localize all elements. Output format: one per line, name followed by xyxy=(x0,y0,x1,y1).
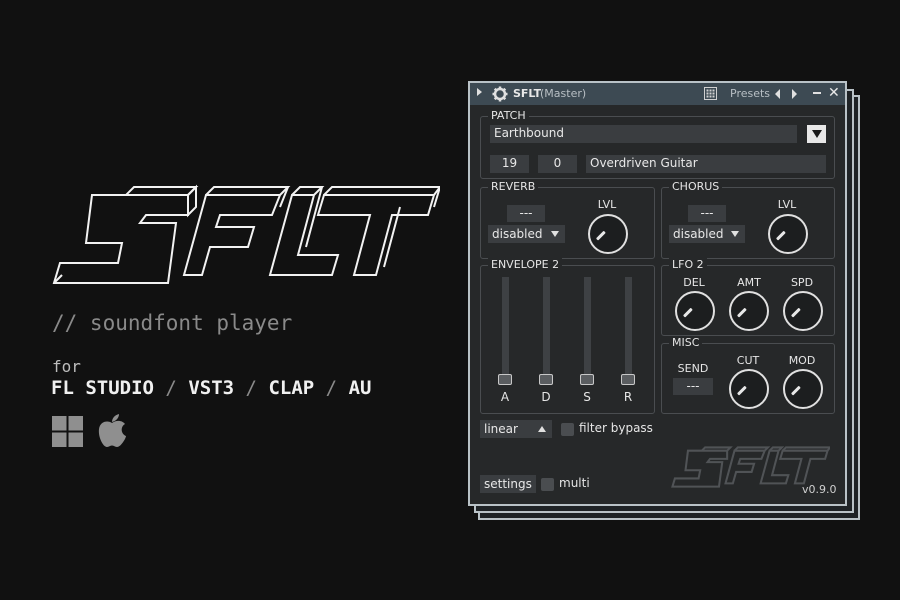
apple-icon xyxy=(98,414,126,447)
reverb-mode-select[interactable]: disabled xyxy=(488,225,565,243)
program-name-field[interactable]: Overdriven Guitar xyxy=(586,155,826,173)
lfo-speed-knob[interactable] xyxy=(783,291,823,331)
version-label: v0.9.0 xyxy=(802,483,837,496)
filter-bypass-label[interactable]: filter bypass xyxy=(579,421,653,435)
lfo-delay-knob[interactable] xyxy=(675,291,715,331)
bank-name-field[interactable]: Earthbound xyxy=(490,125,797,143)
misc-group-label: MISC xyxy=(669,336,703,350)
plugin-window: SFLT (Master) Presets ✕ PATCH Earthbound… xyxy=(468,81,847,506)
slider-track[interactable] xyxy=(625,277,632,385)
separator: / xyxy=(165,377,177,399)
envelope-group-label: ENVELOPE 2 xyxy=(488,258,563,272)
chorus-mode-value: disabled xyxy=(673,227,724,241)
bank-number-field[interactable]: 19 xyxy=(490,155,529,173)
multi-checkbox[interactable] xyxy=(541,478,554,491)
lfo-group-label: LFO 2 xyxy=(669,258,707,272)
cutoff-label: CUT xyxy=(736,354,760,367)
slider-thumb[interactable] xyxy=(498,374,512,385)
lfo-group: LFO 2 DEL AMT SPD xyxy=(661,258,835,336)
slider-thumb[interactable] xyxy=(580,374,594,385)
chorus-group: CHORUS --- disabled LVL xyxy=(661,180,835,259)
patch-group-label: PATCH xyxy=(488,109,529,123)
program-number-field[interactable]: 0 xyxy=(538,155,577,173)
chevron-up-icon xyxy=(538,426,546,432)
slider-track[interactable] xyxy=(543,277,550,385)
send-value-field[interactable]: --- xyxy=(673,378,713,395)
platform-clap: CLAP xyxy=(268,377,315,399)
platform-vst3: VST3 xyxy=(188,377,235,399)
separator: / xyxy=(325,377,338,399)
patch-group: PATCH Earthbound 19 0 Overdriven Guitar xyxy=(480,109,835,179)
expand-arrow-icon[interactable] xyxy=(477,88,482,96)
multi-label[interactable]: multi xyxy=(559,476,590,490)
settings-button[interactable]: settings xyxy=(480,475,536,493)
slider-label: D xyxy=(541,390,551,404)
reverb-level-label: LVL xyxy=(597,198,617,211)
chorus-value-field[interactable]: --- xyxy=(688,205,726,222)
gear-icon[interactable] xyxy=(492,86,508,102)
slider-label: R xyxy=(623,390,633,404)
slider-label: A xyxy=(500,390,510,404)
preset-next-icon[interactable] xyxy=(792,89,797,99)
sflt-logo xyxy=(52,184,440,284)
chevron-down-icon xyxy=(551,231,559,237)
tagline: // soundfont player xyxy=(52,311,293,335)
platform-au: AU xyxy=(348,377,372,399)
for-label: for xyxy=(52,357,81,376)
envelope-group: ENVELOPE 2 A D S R xyxy=(480,258,655,414)
window-title: SFLT xyxy=(513,87,542,100)
misc-group: MISC SEND --- CUT MOD xyxy=(661,336,835,414)
reverb-value-field[interactable]: --- xyxy=(507,205,545,222)
curve-select[interactable]: linear xyxy=(480,420,552,438)
mod-label: MOD xyxy=(788,354,816,367)
grid-icon[interactable] xyxy=(704,87,717,100)
windows-icon xyxy=(52,415,83,447)
title-bar[interactable]: SFLT (Master) Presets ✕ xyxy=(470,83,845,105)
curve-value: linear xyxy=(484,422,518,436)
chorus-group-label: CHORUS xyxy=(669,180,723,194)
platform-fl-studio: FL STUDIO xyxy=(51,377,154,399)
close-icon[interactable]: ✕ xyxy=(828,85,840,101)
window-subtitle: (Master) xyxy=(540,87,587,100)
slider-thumb[interactable] xyxy=(539,374,553,385)
reverb-level-knob[interactable] xyxy=(588,214,628,254)
chorus-level-knob[interactable] xyxy=(768,214,808,254)
chevron-down-icon xyxy=(731,231,739,237)
preset-prev-icon[interactable] xyxy=(775,89,780,99)
separator: / xyxy=(245,377,257,399)
reverb-group: REVERB --- disabled LVL xyxy=(480,180,655,259)
chorus-level-label: LVL xyxy=(777,198,797,211)
lfo-amount-label: AMT xyxy=(737,276,761,289)
lfo-delay-label: DEL xyxy=(683,276,705,289)
filter-bypass-checkbox[interactable] xyxy=(561,423,574,436)
minimize-icon[interactable] xyxy=(813,92,821,94)
presets-label[interactable]: Presets xyxy=(730,87,770,100)
reverb-group-label: REVERB xyxy=(488,180,539,194)
bank-dropdown-button[interactable] xyxy=(807,125,826,143)
reverb-mode-value: disabled xyxy=(492,227,543,241)
lfo-amount-knob[interactable] xyxy=(729,291,769,331)
slider-thumb[interactable] xyxy=(621,374,635,385)
slider-track[interactable] xyxy=(502,277,509,385)
os-icons xyxy=(52,414,127,448)
slider-label: S xyxy=(583,390,591,404)
cutoff-knob[interactable] xyxy=(729,369,769,409)
platform-list: FL STUDIO / VST3 / CLAP / AU xyxy=(51,377,371,399)
chorus-mode-select[interactable]: disabled xyxy=(669,225,745,243)
send-label: SEND xyxy=(677,362,709,375)
mod-knob[interactable] xyxy=(783,369,823,409)
slider-track[interactable] xyxy=(584,277,591,385)
lfo-speed-label: SPD xyxy=(790,276,814,289)
